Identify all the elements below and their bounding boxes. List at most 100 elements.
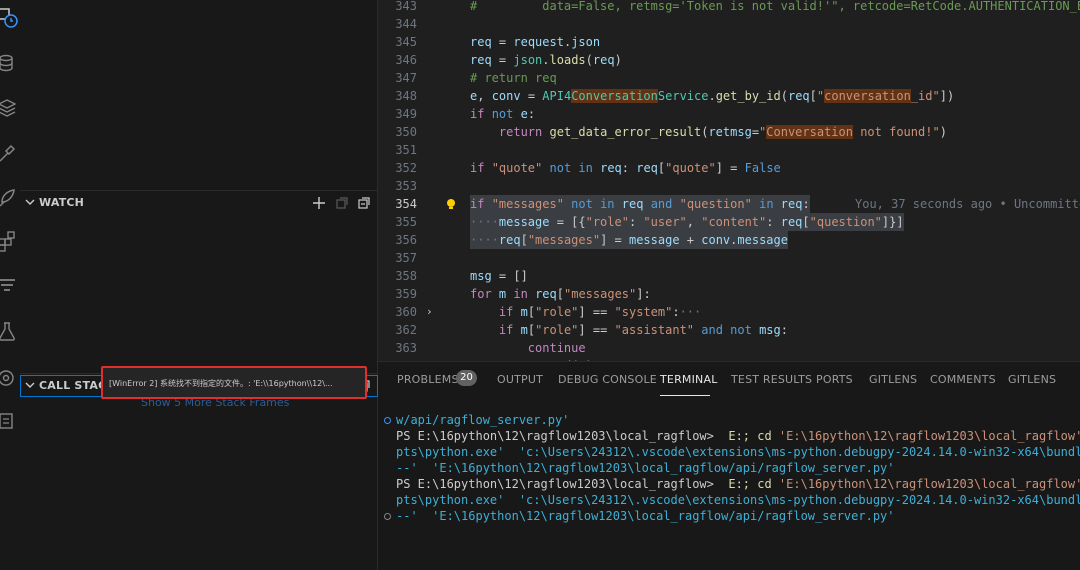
code-text: for m in req["messages"]: (470, 285, 651, 303)
brush-icon[interactable] (0, 140, 20, 166)
code-token: ] == (578, 305, 615, 319)
code-line[interactable]: 356 ····req["messages"] = message + conv.… (378, 231, 1080, 249)
panel-tab-debug-console[interactable]: DEBUG CONSOLE (558, 373, 657, 386)
panel-tab-gitlens[interactable]: GITLENS (869, 373, 917, 386)
panel-tab-problems[interactable]: PROBLEMS (397, 373, 459, 386)
code-text: if m["role"] == "assistant" and not msg: (470, 321, 788, 339)
code-token: = (491, 35, 514, 49)
code-token: not (491, 107, 514, 121)
code-line[interactable]: 347 # return req (378, 69, 1080, 87)
code-token: m (520, 305, 528, 319)
line-number: 350 (395, 125, 417, 139)
code-line[interactable]: 344 (378, 15, 1080, 33)
code-token: e (520, 107, 528, 121)
code-line[interactable]: 348 e, conv = API4ConversationService.get… (378, 87, 1080, 105)
panel-tab-test-results[interactable]: TEST RESULTS (731, 373, 812, 386)
layers-icon[interactable] (0, 94, 20, 120)
rocket-icon[interactable] (0, 184, 20, 210)
code-token: req (592, 53, 615, 67)
watch-section-header[interactable]: WATCH (20, 192, 378, 214)
code-text: if not e: (470, 105, 535, 123)
code-token: False (744, 161, 781, 175)
terminal-text: 'E:\16python\12\ragflow1203\local_ragflo… (778, 429, 1080, 443)
code-line[interactable]: 350 return get_data_error_result(retmsg=… (378, 123, 1080, 141)
code-token: = (491, 53, 514, 67)
code-token: "assistant" (614, 323, 695, 337)
code-token: ] == (578, 323, 615, 337)
code-token: [ (527, 305, 536, 319)
code-token: "system" (614, 305, 673, 319)
refresh-icon[interactable] (334, 195, 350, 211)
code-token: ) (614, 53, 622, 67)
code-line[interactable]: 346 req = json.loads(req) (378, 51, 1080, 69)
code-line[interactable]: 343 # data=False, retmsg='Token is not va… (378, 0, 1080, 15)
document-icon[interactable] (0, 408, 20, 434)
code-token: msg (759, 323, 781, 337)
code-token: in (759, 197, 774, 211)
code-line[interactable]: 352 if "quote" not in req: req["quote"] =… (378, 159, 1080, 177)
panel-tab-comments[interactable]: COMMENTS (930, 373, 996, 386)
code-line[interactable]: 362 if m["role"] == "assistant" and not … (378, 321, 1080, 339)
command-decoration-icon[interactable] (384, 417, 391, 424)
code-token: "quote" (491, 161, 543, 175)
code-editor[interactable]: 343 # data=False, retmsg='Token is not va… (378, 0, 1080, 361)
code-token: = (751, 125, 760, 139)
code-token: if (470, 197, 485, 211)
code-token: # return req (470, 71, 557, 85)
remote-icon[interactable] (0, 364, 20, 390)
filter-icon[interactable] (0, 272, 20, 298)
code-token: loads (549, 53, 586, 67)
code-line[interactable]: 354 if "messages" not in req and "questio… (378, 195, 1080, 213)
add-expression-icon[interactable] (311, 195, 327, 211)
code-token: continue (527, 341, 586, 355)
code-token: [ (520, 233, 528, 247)
problems-count-badge: 20 (456, 370, 477, 386)
line-number: 353 (395, 179, 417, 193)
code-text: if m["role"] == "system":··· (470, 303, 701, 321)
code-line[interactable]: 351 (378, 141, 1080, 159)
lightbulb-icon[interactable] (444, 197, 458, 211)
code-token: = [] (491, 269, 528, 283)
code-token: for (470, 287, 492, 301)
code-line[interactable]: 358 msg = [] (378, 267, 1080, 285)
code-token: req (535, 287, 557, 301)
line-number: 344 (395, 17, 417, 31)
code-line[interactable]: 359 for m in req["messages"]: (378, 285, 1080, 303)
code-token: "user" (643, 215, 687, 229)
command-decoration-icon[interactable] (384, 513, 391, 520)
debug-sidebar: WATCH CALL STACK Show 5 More Stack Frame… (20, 0, 378, 570)
chevron-down-icon (25, 199, 35, 205)
code-token: , (686, 215, 702, 229)
code-token: Conversation (571, 89, 658, 103)
code-line[interactable]: 349 if not e: (378, 105, 1080, 123)
code-token: req (621, 197, 644, 211)
code-text: # data=False, retmsg='Token is not valid… (470, 0, 1080, 15)
code-line[interactable]: 360 › if m["role"] == "system":··· (378, 303, 1080, 321)
code-line[interactable]: 357 (378, 249, 1080, 267)
code-text: return get_data_error_result(retmsg="Con… (470, 123, 947, 141)
code-token: req (498, 233, 521, 247)
panel-tab-gitlens[interactable]: GITLENS (1008, 373, 1056, 386)
clock-icon[interactable] (0, 4, 20, 30)
panel-tab-terminal[interactable]: TERMINAL (660, 373, 718, 386)
code-line[interactable]: 345 req = request.json (378, 33, 1080, 51)
code-token: conv (491, 89, 521, 103)
code-line[interactable]: 355 ····message = [{"role": "user", "cont… (378, 213, 1080, 231)
flask-icon[interactable] (0, 318, 20, 344)
database-icon[interactable] (0, 50, 20, 76)
collapse-all-icon[interactable] (356, 195, 372, 211)
extensions-icon[interactable] (0, 228, 20, 254)
fold-chevron-icon[interactable]: › (426, 303, 433, 321)
code-token: not in (571, 197, 615, 211)
panel-tab-output[interactable]: OUTPUT (497, 373, 543, 386)
code-line[interactable]: 363 continue (378, 339, 1080, 357)
code-line[interactable]: 353 (378, 177, 1080, 195)
terminal-text: PS E:\16python\12\ragflow1203\local_ragf… (396, 429, 729, 443)
panel-tab-ports[interactable]: PORTS (816, 373, 853, 386)
active-tab-indicator (660, 395, 710, 396)
code-token: message (628, 233, 680, 247)
